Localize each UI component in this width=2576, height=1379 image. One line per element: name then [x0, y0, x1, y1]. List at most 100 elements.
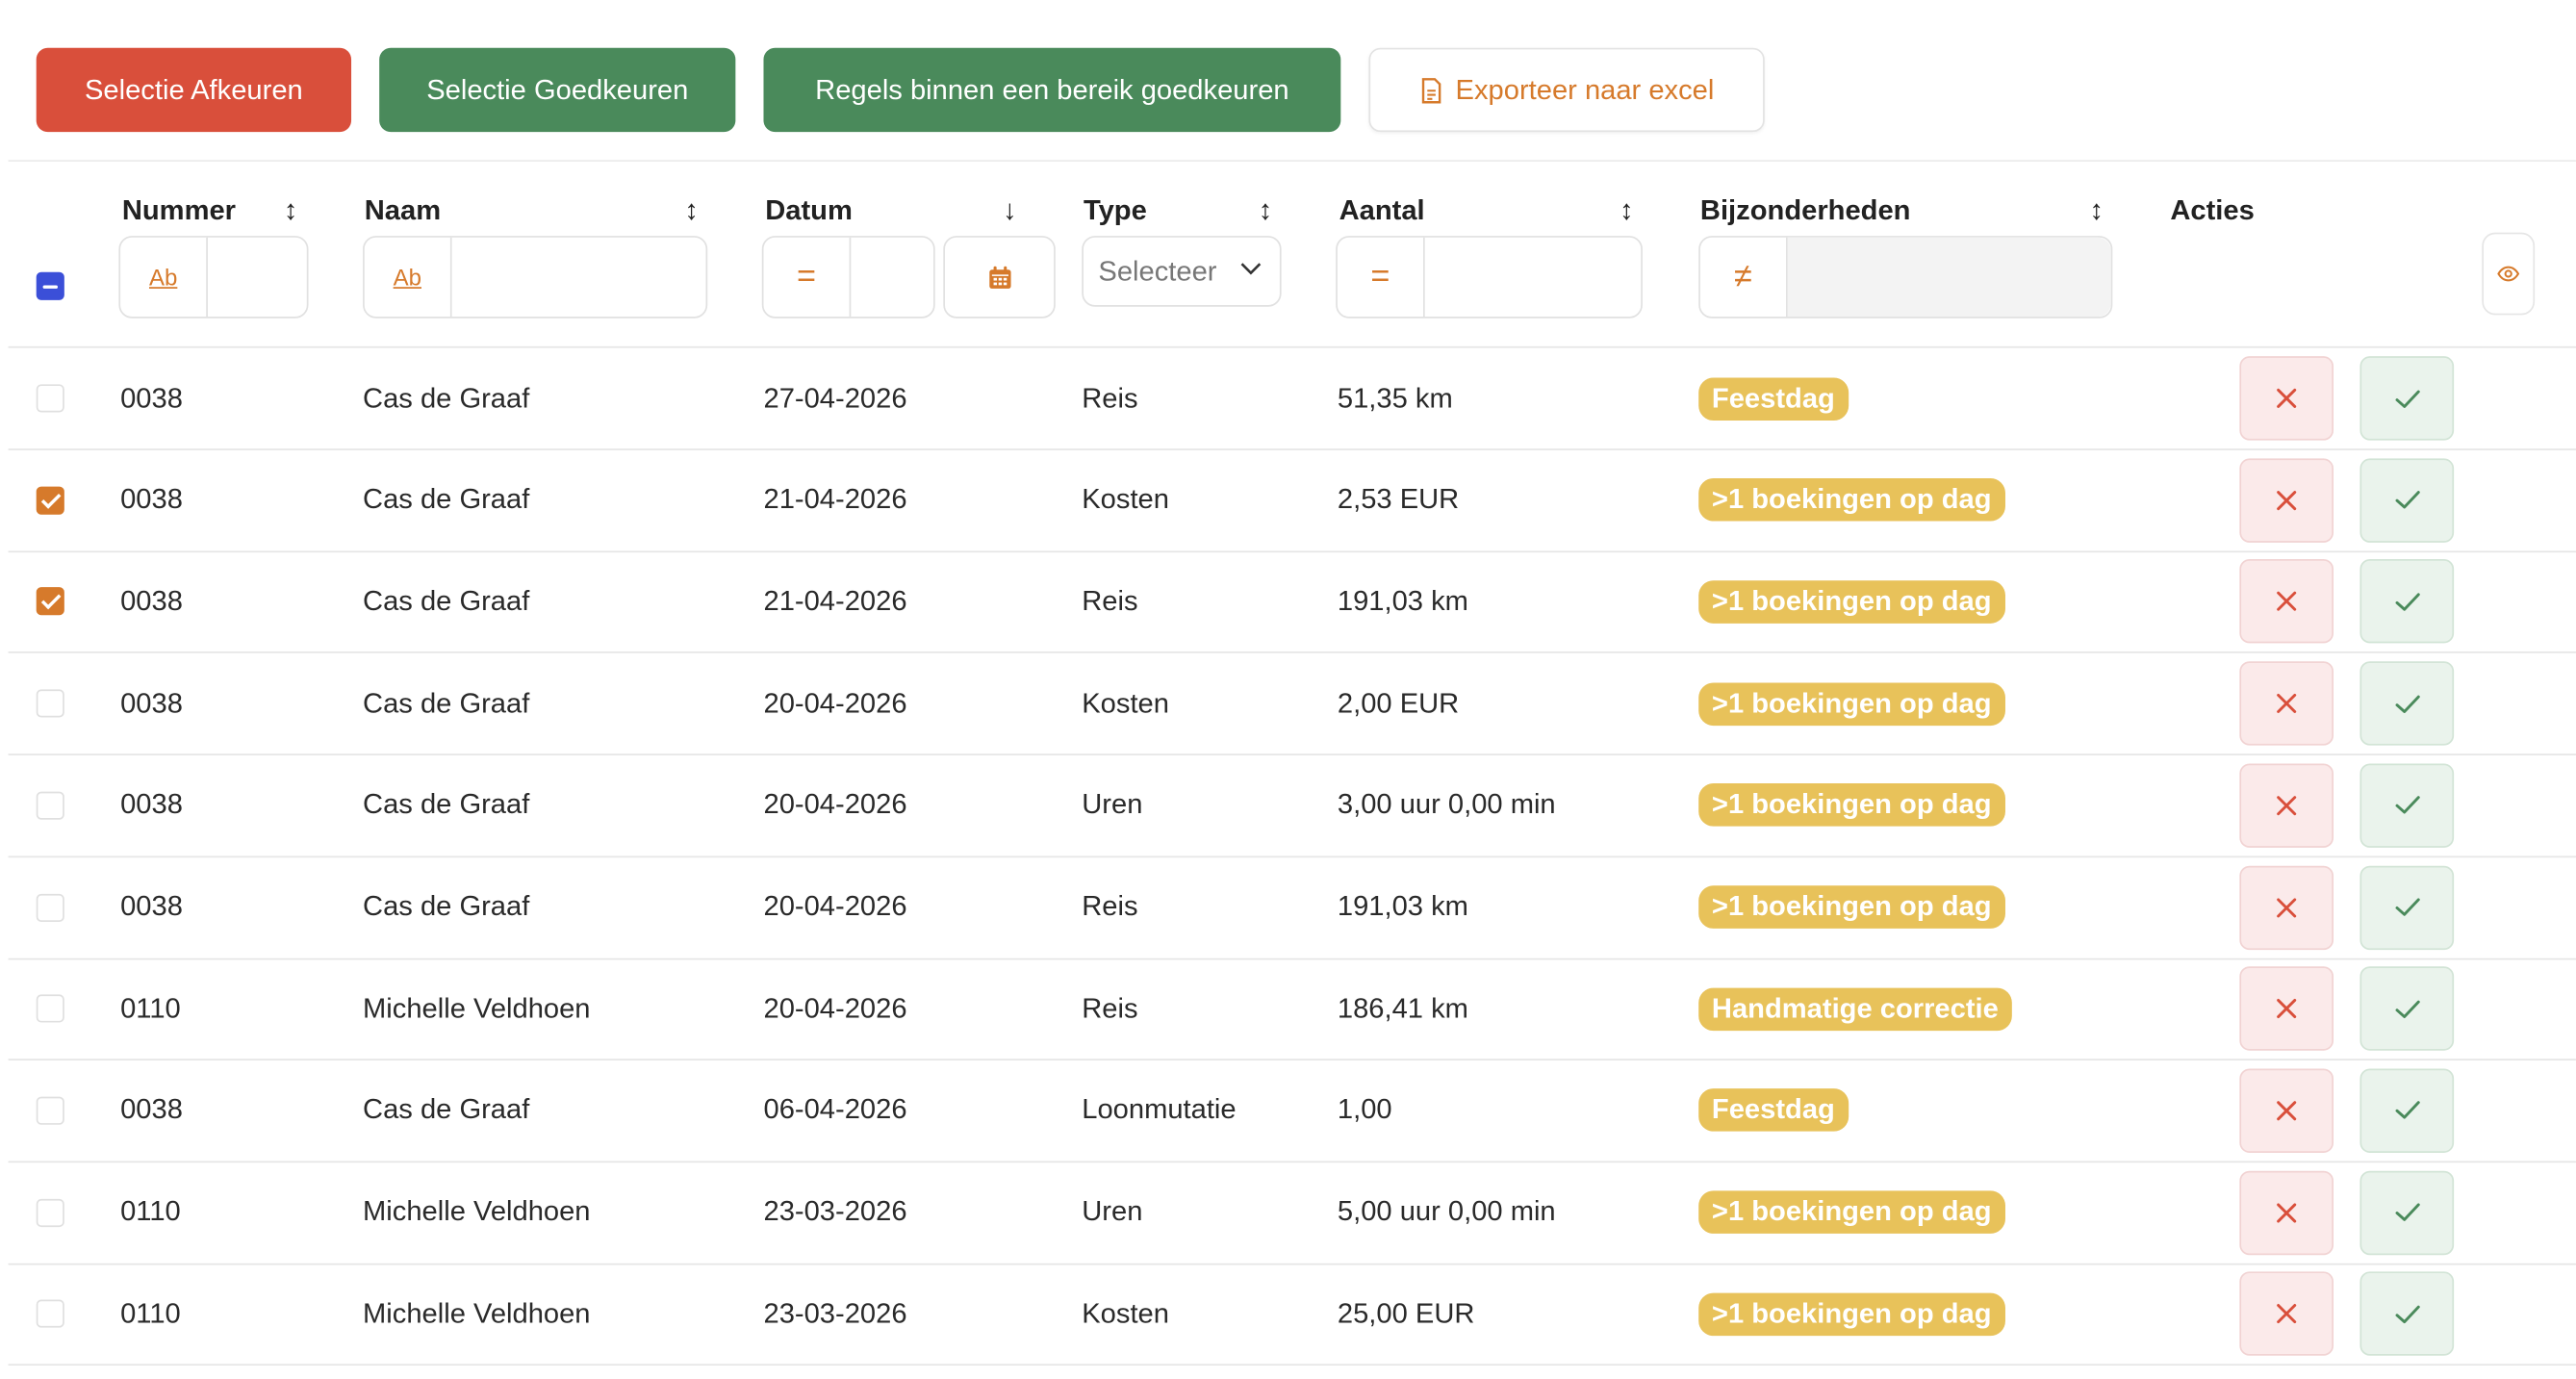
approve-row-button[interactable] [2359, 457, 2455, 543]
toolbar: Selectie Afkeuren Selectie Goedkeuren Re… [36, 47, 1793, 133]
equals-operator-button[interactable]: = [763, 237, 852, 318]
approve-row-button[interactable] [2359, 661, 2455, 746]
check-icon [2394, 694, 2419, 713]
column-header-nummer[interactable]: Nummer [122, 194, 236, 227]
check-icon [2394, 898, 2419, 916]
close-icon [2277, 592, 2297, 612]
cell-bijzonderheden: >1 boekingen op dag [1698, 449, 2005, 550]
row-checkbox[interactable] [36, 994, 64, 1023]
sort-both-icon[interactable]: ↕ [1620, 194, 1634, 227]
close-icon [2277, 1304, 2297, 1324]
reject-row-button[interactable] [2239, 356, 2334, 441]
cell-aantal: 191,03 km [1337, 890, 1468, 923]
row-checkbox[interactable] [36, 486, 64, 515]
nummer-filter-input[interactable] [207, 237, 307, 318]
cell-datum: 20-04-2026 [763, 992, 907, 1024]
reject-selection-button[interactable]: Selectie Afkeuren [36, 47, 352, 133]
reject-row-button[interactable] [2239, 966, 2334, 1052]
nummer-filter: Ab [118, 236, 309, 319]
sort-both-icon[interactable]: ↕ [684, 194, 699, 227]
cell-datum: 21-04-2026 [763, 483, 907, 516]
approval-page: Selectie Afkeuren Selectie Goedkeuren Re… [0, 0, 2576, 1379]
cell-aantal: 186,41 km [1337, 992, 1468, 1024]
approve-row-button[interactable] [2359, 1068, 2455, 1153]
row-checkbox[interactable] [36, 791, 64, 820]
status-badge: >1 boekingen op dag [1698, 580, 2005, 624]
close-icon [2277, 694, 2297, 714]
row-checkbox[interactable] [36, 587, 64, 616]
table-row: 0038 Cas de Graaf 21-04-2026 Reis 191,03… [8, 551, 2576, 654]
chevron-down-icon [1240, 263, 1262, 275]
cell-bijzonderheden: Handmatige correctie [1698, 958, 2012, 1060]
reject-row-button[interactable] [2239, 661, 2334, 746]
status-badge: Feestdag [1698, 1088, 1849, 1133]
calendar-icon [988, 265, 1010, 289]
aantal-filter-input[interactable] [1424, 237, 1642, 318]
approve-row-button[interactable] [2359, 559, 2455, 645]
close-icon [2277, 1101, 2297, 1121]
header-divider [8, 160, 2576, 162]
type-filter-select[interactable]: Selecteer [1082, 236, 1282, 307]
approve-selection-button[interactable]: Selectie Goedkeuren [379, 47, 736, 133]
reject-row-button[interactable] [2239, 457, 2334, 543]
table-row: 0038 Cas de Graaf 20-04-2026 Kosten 2,00… [8, 653, 2576, 756]
cell-datum: 21-04-2026 [763, 585, 907, 617]
cell-type: Kosten [1082, 483, 1169, 516]
row-checkbox[interactable] [36, 689, 64, 718]
reject-row-button[interactable] [2239, 864, 2334, 950]
text-operator-button[interactable]: Ab [365, 237, 452, 318]
cell-datum: 20-04-2026 [763, 788, 907, 821]
table-row: 0110 Michelle Veldhoen 20-04-2026 Reis 1… [8, 958, 2576, 1061]
column-header-datum[interactable]: Datum [765, 194, 853, 227]
row-checkbox[interactable] [36, 1096, 64, 1125]
export-excel-button[interactable]: Exporteer naar excel [1368, 47, 1765, 133]
approve-row-button[interactable] [2359, 356, 2455, 441]
sort-both-icon[interactable]: ↕ [1259, 194, 1273, 227]
reject-row-button[interactable] [2239, 1271, 2334, 1357]
reject-row-button[interactable] [2239, 559, 2334, 645]
type-filter-placeholder: Selecteer [1098, 254, 1217, 287]
select-all-checkbox[interactable] [36, 271, 64, 300]
row-checkbox[interactable] [36, 893, 64, 922]
approve-row-button[interactable] [2359, 864, 2455, 950]
approve-range-button[interactable]: Regels binnen een bereik goedkeuren [763, 47, 1341, 133]
sort-descending-icon[interactable]: ↓ [1003, 194, 1017, 227]
status-badge: >1 boekingen op dag [1698, 478, 2005, 522]
column-header-naam[interactable]: Naam [365, 194, 441, 227]
cell-naam: Michelle Veldhoen [363, 1195, 591, 1228]
column-visibility-button[interactable] [2482, 232, 2536, 316]
cell-nummer: 0110 [120, 1297, 181, 1329]
reject-row-button[interactable] [2239, 1170, 2334, 1255]
column-header-aantal[interactable]: Aantal [1339, 194, 1425, 227]
approve-row-button[interactable] [2359, 1170, 2455, 1255]
column-header-type[interactable]: Type [1084, 194, 1147, 227]
row-checkbox[interactable] [36, 384, 64, 413]
bijzonderheden-filter-input[interactable] [1787, 237, 2111, 318]
check-icon [2394, 593, 2419, 611]
text-operator-button[interactable]: Ab [120, 237, 208, 318]
cell-aantal: 3,00 uur 0,00 min [1337, 788, 1556, 821]
table-row: 0038 Cas de Graaf 21-04-2026 Kosten 2,53… [8, 449, 2576, 552]
cell-nummer: 0038 [120, 381, 183, 414]
sort-both-icon[interactable]: ↕ [2089, 194, 2104, 227]
reject-row-button[interactable] [2239, 1068, 2334, 1153]
reject-row-button[interactable] [2239, 763, 2334, 848]
sort-both-icon[interactable]: ↕ [284, 194, 298, 227]
check-icon [2394, 491, 2419, 509]
approve-row-button[interactable] [2359, 1271, 2455, 1357]
cell-nummer: 0038 [120, 686, 183, 719]
equals-operator-button[interactable]: = [1338, 237, 1425, 318]
approve-row-button[interactable] [2359, 966, 2455, 1052]
cell-naam: Cas de Graaf [363, 1093, 530, 1126]
table-row: 0038 Cas de Graaf 06-04-2026 Loonmutatie… [8, 1060, 2576, 1163]
table-row: 0038 Cas de Graaf 27-04-2026 Reis 51,35 … [8, 348, 2576, 450]
approve-row-button[interactable] [2359, 763, 2455, 848]
not-equals-operator-button[interactable]: ≠ [1700, 237, 1788, 318]
naam-filter-input[interactable] [451, 237, 706, 318]
cell-naam: Cas de Graaf [363, 788, 530, 821]
row-checkbox[interactable] [36, 1198, 64, 1227]
row-checkbox[interactable] [36, 1299, 64, 1329]
column-header-bijzonderheden[interactable]: Bijzonderheden [1700, 194, 1911, 227]
calendar-button[interactable] [943, 236, 1056, 319]
datum-filter-input[interactable] [851, 237, 934, 318]
